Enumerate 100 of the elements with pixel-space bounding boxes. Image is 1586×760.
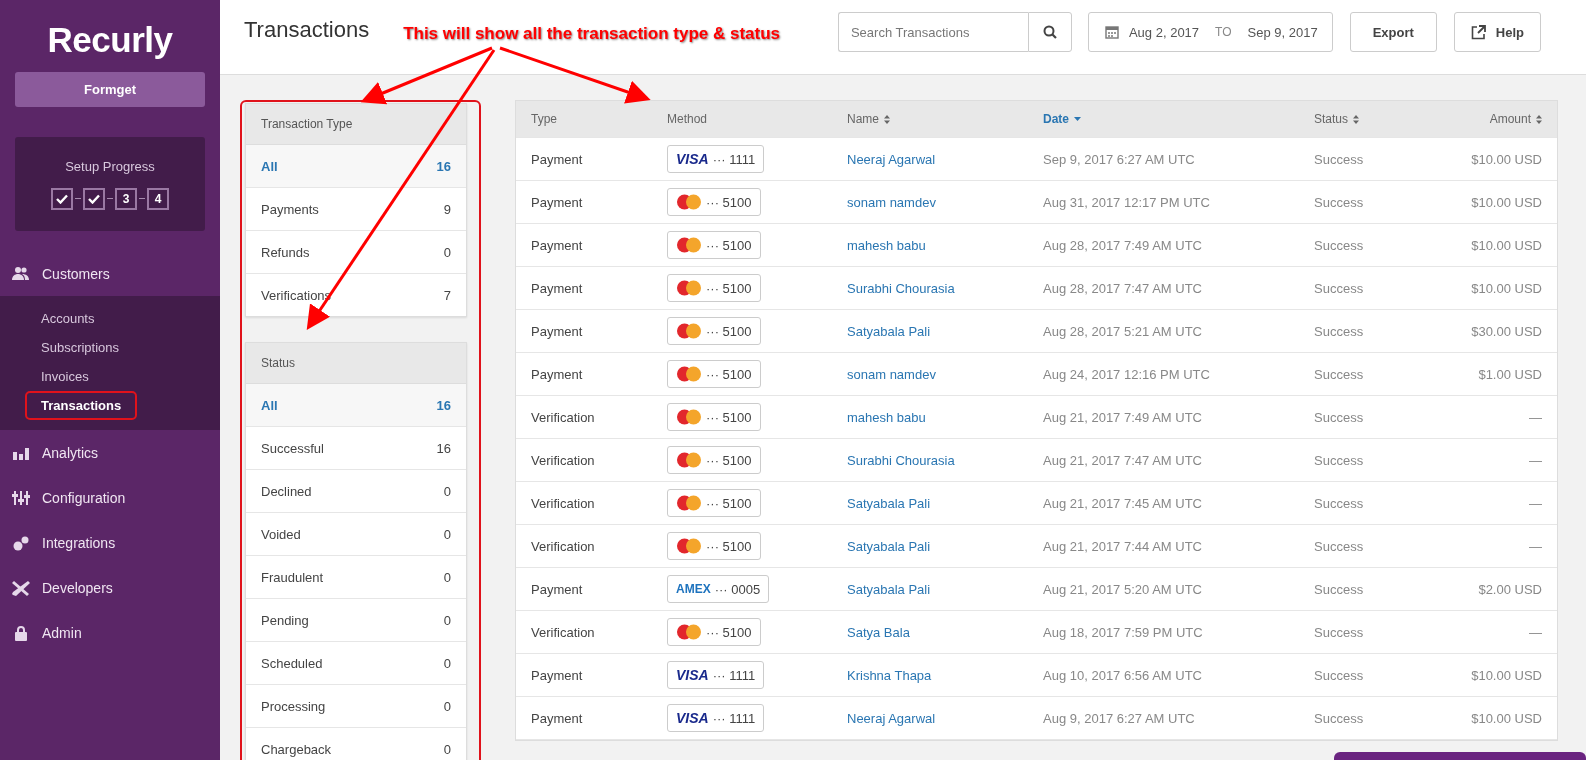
filter-label: Payments bbox=[261, 201, 319, 217]
customer-link[interactable]: Satyabala Pali bbox=[847, 581, 1043, 597]
payment-method-badge: ··· 5100 bbox=[667, 532, 761, 560]
column-header: Method bbox=[667, 112, 709, 126]
column-header[interactable]: Name bbox=[847, 112, 1043, 126]
filter-item[interactable]: Refunds 0 bbox=[246, 231, 466, 274]
table-cell-text: Verification bbox=[531, 452, 596, 468]
nav-item[interactable]: Integrations bbox=[0, 520, 220, 565]
search-field[interactable]: Search Transactions bbox=[837, 12, 1028, 52]
table-cell-text: $10.00 USD bbox=[1470, 280, 1542, 296]
filter-label: Voided bbox=[261, 526, 301, 542]
customer-link[interactable]: Satyabala Pali bbox=[847, 323, 1043, 339]
search-button[interactable] bbox=[1027, 12, 1072, 52]
table-cell-text: — bbox=[1528, 538, 1542, 554]
customer-link[interactable]: Surabhi Chourasia bbox=[847, 280, 1043, 296]
column-header[interactable]: Amount bbox=[1434, 112, 1542, 126]
table-cell-text: Success bbox=[1314, 151, 1365, 167]
filter-count: 7 bbox=[443, 287, 451, 303]
sort-icon bbox=[1536, 114, 1542, 124]
table-cell-text: $30.00 USD bbox=[1470, 323, 1542, 339]
table-cell-text: Payment bbox=[531, 366, 584, 382]
subnav-item[interactable]: Accounts bbox=[25, 304, 111, 333]
sort-icon bbox=[884, 114, 890, 124]
filter-item[interactable]: Voided 0 bbox=[246, 513, 466, 556]
nav-item[interactable]: Analytics bbox=[0, 430, 220, 475]
filter-label: Declined bbox=[261, 483, 312, 499]
customer-link[interactable]: Satyabala Pali bbox=[847, 495, 1043, 511]
card-logo-icon bbox=[676, 451, 702, 469]
filter-label: Scheduled bbox=[261, 655, 323, 671]
subnav-item[interactable]: Transactions bbox=[25, 391, 138, 420]
nav-item[interactable]: Developers bbox=[0, 565, 220, 610]
filter-item[interactable]: Fraudulent 0 bbox=[246, 556, 466, 599]
payment-method-badge: ··· 5100 bbox=[667, 274, 761, 302]
card-logo-icon bbox=[676, 279, 702, 297]
filter-item[interactable]: All 16 bbox=[246, 384, 466, 427]
nav-item[interactable]: Customers bbox=[0, 251, 220, 296]
filter-count: 0 bbox=[443, 741, 451, 757]
customer-link[interactable]: mahesh babu bbox=[847, 237, 1043, 253]
filter-label: Chargeback bbox=[261, 741, 332, 757]
table-cell-text: Success bbox=[1314, 237, 1365, 253]
export-button[interactable]: Export bbox=[1349, 12, 1437, 52]
card-logo-icon bbox=[676, 537, 702, 555]
filter-item[interactable]: Payments 9 bbox=[246, 188, 466, 231]
customer-link[interactable]: Satyabala Pali bbox=[847, 538, 1043, 554]
customer-link[interactable]: sonam namdev bbox=[847, 366, 1043, 382]
payment-method-badge: VISA ··· 1111 bbox=[667, 704, 765, 732]
column-header[interactable]: Date bbox=[1043, 112, 1314, 126]
table-cell-text: Success bbox=[1314, 409, 1365, 425]
customer-link[interactable]: mahesh babu bbox=[847, 409, 1043, 425]
table-cell-text: Verification bbox=[531, 624, 596, 640]
filter-item[interactable]: All 16 bbox=[246, 145, 466, 188]
payment-method-badge: ··· 5100 bbox=[667, 317, 761, 345]
table-cell-text: Success bbox=[1314, 194, 1365, 210]
table-cell-text: Success bbox=[1314, 280, 1365, 296]
filter-item[interactable]: Successful 16 bbox=[246, 427, 466, 470]
date-range-field[interactable]: Aug 2, 2017 TO Sep 9, 2017 bbox=[1087, 12, 1333, 52]
table-cell-text: Payment bbox=[531, 237, 584, 253]
filter-count: 0 bbox=[443, 244, 451, 260]
table-cell-text: Success bbox=[1314, 710, 1365, 726]
customer-link[interactable]: Satya Bala bbox=[847, 624, 1043, 640]
payment-method-badge: ··· 5100 bbox=[667, 618, 761, 646]
filter-item[interactable]: Chargeback 0 bbox=[246, 728, 466, 760]
subnav-item[interactable]: Subscriptions bbox=[25, 333, 136, 362]
table-cell-text: Success bbox=[1314, 495, 1365, 511]
page-title: Transactions bbox=[244, 17, 370, 43]
filter-label: Processing bbox=[261, 698, 326, 714]
customer-link[interactable]: Neeraj Agarwal bbox=[847, 710, 1043, 726]
table-cell-text: — bbox=[1528, 452, 1542, 468]
filter-item[interactable]: Declined 0 bbox=[246, 470, 466, 513]
column-header[interactable]: Status bbox=[1314, 112, 1434, 126]
filter-item[interactable]: Scheduled 0 bbox=[246, 642, 466, 685]
filter-item[interactable]: Processing 0 bbox=[246, 685, 466, 728]
nav-item[interactable]: Admin bbox=[0, 610, 220, 655]
filter-count: 9 bbox=[443, 201, 451, 217]
customer-link[interactable]: sonam namdev bbox=[847, 194, 1043, 210]
table-cell-text: Payment bbox=[531, 710, 584, 726]
customer-link[interactable]: Krishna Thapa bbox=[847, 667, 1043, 683]
table-cell-text: Success bbox=[1314, 452, 1365, 468]
filter-count: 0 bbox=[443, 483, 451, 499]
table-cell-text: Success bbox=[1314, 624, 1365, 640]
table-cell-text: Aug 21, 2017 7:47 AM UTC bbox=[1043, 452, 1203, 468]
card-logo-icon bbox=[676, 236, 702, 254]
customer-link[interactable]: Surabhi Chourasia bbox=[847, 452, 1043, 468]
payment-method-badge: ··· 5100 bbox=[667, 360, 761, 388]
nav-item[interactable]: Configuration bbox=[0, 475, 220, 520]
payment-method-badge: AMEX ··· 0005 bbox=[667, 575, 770, 603]
account-button[interactable]: Formget bbox=[15, 72, 205, 107]
table-cell-text: — bbox=[1528, 495, 1542, 511]
lock-icon bbox=[12, 624, 30, 641]
filter-count: 16 bbox=[436, 440, 451, 456]
payment-method-badge: VISA ··· 1111 bbox=[667, 145, 765, 173]
filter-item[interactable]: Pending 0 bbox=[246, 599, 466, 642]
table-cell-text: Success bbox=[1314, 538, 1365, 554]
payment-method-badge: ··· 5100 bbox=[667, 188, 761, 216]
payment-method-badge: ··· 5100 bbox=[667, 446, 761, 474]
subnav-item[interactable]: Invoices bbox=[25, 362, 105, 391]
payment-method-badge: ··· 5100 bbox=[667, 231, 761, 259]
help-button[interactable]: Help bbox=[1453, 12, 1541, 52]
customer-link[interactable]: Neeraj Agarwal bbox=[847, 151, 1043, 167]
table-cell-text: Aug 21, 2017 7:45 AM UTC bbox=[1043, 495, 1203, 511]
